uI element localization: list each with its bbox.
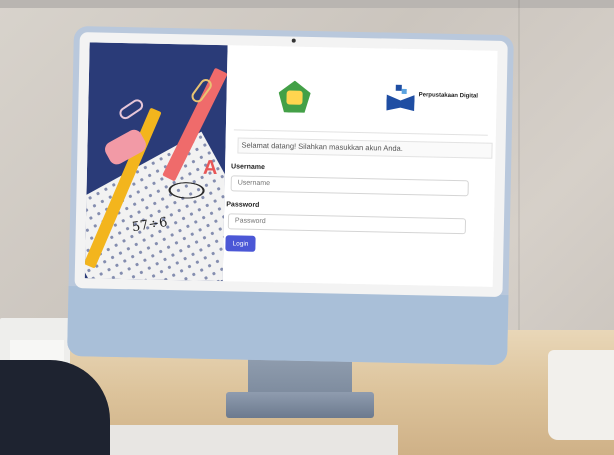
welcome-message: Selamat datang! Silahkan masukkan akun A… <box>237 137 493 159</box>
username-input[interactable] <box>230 175 469 197</box>
wall-top-strip <box>0 0 614 8</box>
mug <box>548 350 614 440</box>
login-form-panel: Perpustakaan Digital Selamat datang! Sil… <box>222 45 498 287</box>
password-label: Password <box>226 201 260 209</box>
library-logo-text: Perpustakaan Digital <box>418 92 479 100</box>
divider <box>233 129 488 136</box>
login-button[interactable]: Login <box>225 235 256 252</box>
camera-dot <box>291 38 296 43</box>
wall-seam <box>518 0 520 380</box>
paperclip-icon <box>117 96 146 122</box>
tutwuri-logo-inner <box>286 90 303 105</box>
letter-a: A <box>202 156 218 180</box>
pixel-square <box>401 88 407 94</box>
illustration-panel: 57÷6 A <box>84 42 228 282</box>
book-shape <box>386 95 414 112</box>
username-label: Username <box>231 163 266 172</box>
monitor-stand-base <box>226 392 374 418</box>
monitor-chin <box>67 285 509 366</box>
keyboard <box>78 425 398 455</box>
password-input[interactable] <box>227 213 467 235</box>
monitor-bezel: 57÷6 A Perpustakaan Digital Selamat data… <box>74 32 508 298</box>
library-logo-icon <box>386 84 415 112</box>
login-screen: 57÷6 A Perpustakaan Digital Selamat data… <box>84 42 498 287</box>
monitor: 57÷6 A Perpustakaan Digital Selamat data… <box>67 26 514 366</box>
